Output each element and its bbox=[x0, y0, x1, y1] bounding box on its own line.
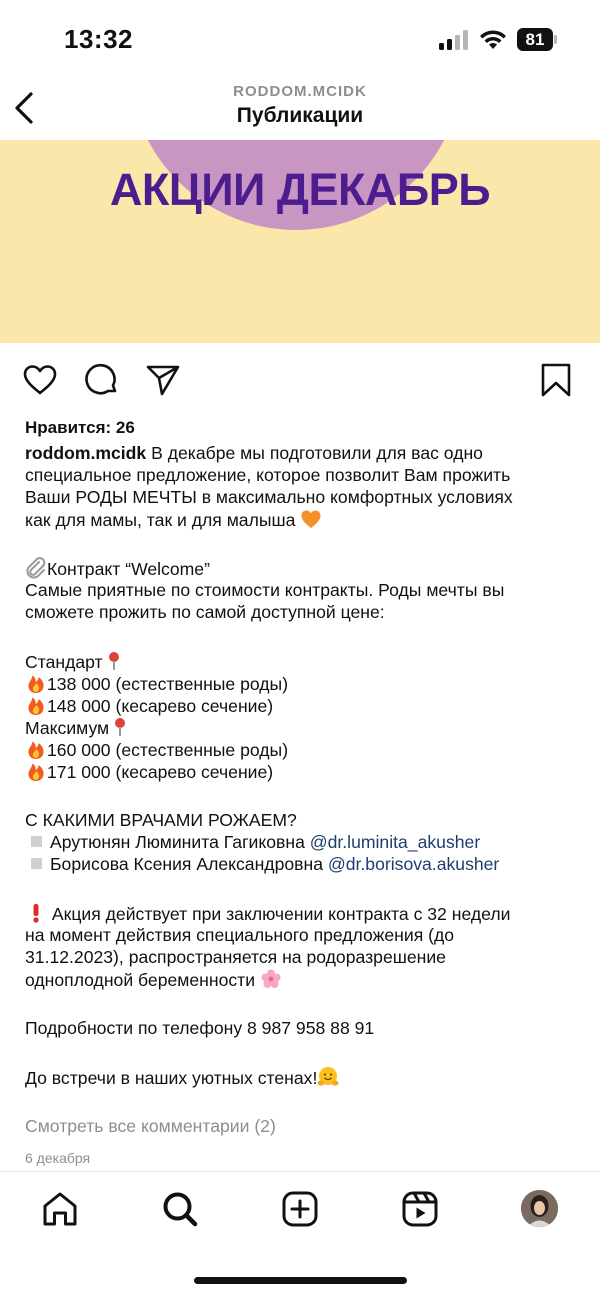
closing-text: До встречи в наших уютных стенах! bbox=[25, 1068, 318, 1088]
battery-level: 81 bbox=[517, 28, 553, 51]
price-standard-cesarean: 148 000 (кесарево сечение) bbox=[47, 696, 274, 716]
bullet-square-icon bbox=[31, 858, 42, 869]
profile-avatar[interactable] bbox=[521, 1190, 558, 1227]
doctors-heading: С КАКИМИ ВРАЧАМИ РОЖАЕМ? bbox=[25, 810, 297, 830]
reels-icon[interactable] bbox=[400, 1189, 440, 1229]
bookmark-icon[interactable] bbox=[538, 362, 574, 398]
view-comments-link[interactable]: Смотреть все комментарии (2) bbox=[25, 1116, 276, 1137]
pushpin-icon bbox=[115, 718, 126, 736]
header: RODDOM.MCIDK Публикации bbox=[0, 80, 600, 140]
caption-text: специальное предложение, которое позволи… bbox=[25, 465, 511, 485]
header-account-name[interactable]: RODDOM.MCIDK bbox=[0, 83, 600, 100]
terms-text: на момент действия специального предложе… bbox=[25, 925, 455, 945]
price-standard-natural: 138 000 (естественные роды) bbox=[47, 674, 289, 694]
post-actions bbox=[0, 343, 600, 417]
orange-heart-icon bbox=[301, 510, 321, 528]
avatar-image bbox=[521, 1190, 558, 1227]
battery-icon: 81 bbox=[517, 28, 557, 51]
doctor-mention-link[interactable]: @dr.borisova.akusher bbox=[328, 854, 499, 874]
contract-title: Контракт “Welcome” bbox=[47, 559, 210, 579]
fire-icon bbox=[28, 675, 44, 693]
create-post-icon[interactable] bbox=[280, 1189, 320, 1229]
fire-icon bbox=[28, 763, 44, 781]
post-image-text: АКЦИИ ДЕКАБРЬ bbox=[109, 164, 491, 215]
standard-label: Стандарт bbox=[25, 652, 103, 672]
paperclip-icon bbox=[26, 557, 46, 579]
price-maximum-cesarean: 171 000 (кесарево сечение) bbox=[47, 762, 274, 782]
likes-count[interactable]: Нравится: 26 bbox=[25, 418, 135, 438]
page-title: Публикации bbox=[236, 104, 364, 127]
doctor-name: Борисова Ксения Александровна bbox=[50, 854, 328, 874]
pushpin-icon bbox=[108, 652, 119, 670]
fire-icon bbox=[28, 741, 44, 759]
post-image[interactable]: АКЦИИ ДЕКАБРЬ bbox=[0, 140, 600, 343]
caption-text: Ваши РОДЫ МЕЧТЫ в максимально комфортных… bbox=[25, 487, 513, 507]
cherry-blossom-icon bbox=[261, 969, 281, 988]
cellular-signal-icon bbox=[439, 30, 469, 50]
contract-description: Самые приятные по стоимости контракты. Р… bbox=[25, 580, 505, 600]
home-icon[interactable] bbox=[40, 1189, 80, 1229]
status-time: 13:32 bbox=[64, 24, 133, 54]
search-icon[interactable] bbox=[160, 1189, 200, 1229]
doctor-name: Арутюнян Люминита Гагиковна bbox=[50, 832, 310, 852]
wifi-icon bbox=[480, 30, 506, 49]
caption-text: В декабре мы подготовили для вас одно bbox=[146, 443, 483, 463]
terms-text: 31.12.2023), распространяется на родораз… bbox=[25, 947, 446, 967]
price-maximum-natural: 160 000 (естественные роды) bbox=[47, 740, 289, 760]
doctor-mention-link[interactable]: @dr.luminita_akusher bbox=[310, 832, 480, 852]
heart-icon[interactable] bbox=[22, 362, 58, 398]
bullet-square-icon bbox=[31, 836, 42, 847]
comment-icon[interactable] bbox=[84, 362, 120, 398]
paper-plane-icon[interactable] bbox=[145, 362, 181, 398]
caption-text: как для мамы, так и для малыша bbox=[25, 510, 301, 530]
terms-text: Акция действует при заключении контракта… bbox=[47, 904, 511, 924]
exclamation-icon bbox=[33, 904, 39, 923]
caption-author[interactable]: roddom.mcidk bbox=[25, 443, 146, 463]
home-indicator bbox=[194, 1277, 407, 1284]
hugging-face-icon bbox=[317, 1067, 339, 1086]
contract-description: сможете прожить по самой доступной цене: bbox=[25, 602, 385, 622]
maximum-label: Максимум bbox=[25, 718, 110, 738]
post-caption: roddom.mcidk В декабре мы подготовили дл… bbox=[25, 442, 585, 1088]
phone-info: Подробности по телефону 8 987 958 88 91 bbox=[25, 1018, 375, 1038]
fire-icon bbox=[28, 697, 44, 715]
terms-text: одноплодной беременности bbox=[25, 970, 260, 990]
post-date: 6 декабря bbox=[25, 1150, 91, 1166]
status-bar: 13:32 81 bbox=[0, 0, 600, 80]
